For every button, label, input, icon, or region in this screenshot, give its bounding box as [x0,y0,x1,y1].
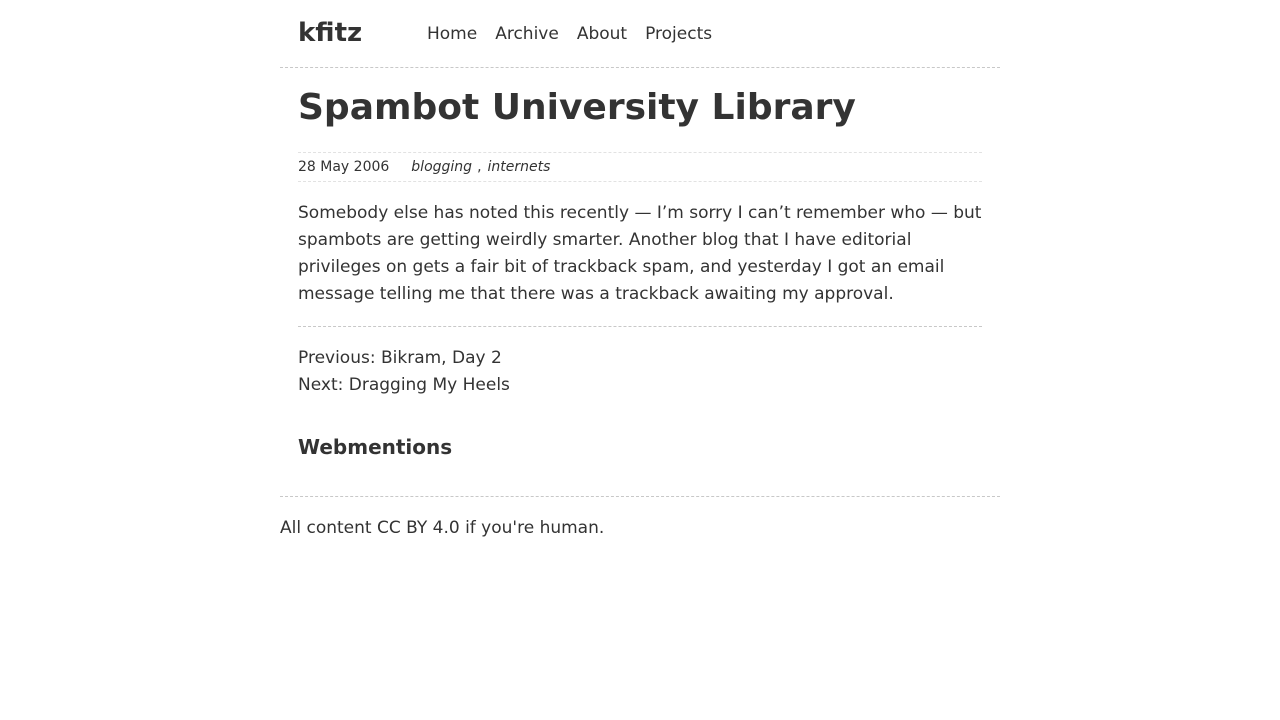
nav-projects-link[interactable]: Projects [645,22,712,46]
post-title: Spambot University Library [298,87,856,128]
page: kfitz Home Archive About Projects Spambo… [280,0,1000,542]
site-footer: All content CC BY 4.0 if you're human. [280,496,1000,542]
tag-separator: , [477,159,482,175]
post-navigation: Previous: Bikram, Day 2 Next: Dragging M… [298,327,982,399]
footer-license-text: All content CC BY 4.0 if you're human. [280,518,605,538]
site-header: kfitz Home Archive About Projects [280,0,1000,68]
previous-post: Previous: Bikram, Day 2 [298,345,982,372]
site-title-link[interactable]: kfitz [298,17,362,49]
next-post: Next: Dragging My Heels [298,372,982,399]
previous-post-link[interactable]: Bikram, Day 2 [381,348,502,368]
post-body: Somebody else has noted this recently — … [298,182,982,327]
webmentions-heading: Webmentions [298,435,453,459]
nav-about-link[interactable]: About [577,22,627,46]
nav-archive-link[interactable]: Archive [495,22,559,46]
previous-post-prefix: Previous: [298,348,381,368]
next-post-prefix: Next: [298,375,349,395]
nav-home-link[interactable]: Home [427,22,477,46]
main-nav: Home Archive About Projects [427,22,712,46]
post-meta: 28 May 2006 blogging , internets [298,152,982,182]
tag-link-blogging[interactable]: blogging [411,159,472,175]
next-post-link[interactable]: Dragging My Heels [349,375,510,395]
post-date: 28 May 2006 [298,159,390,175]
post-article: Spambot University Library 28 May 2006 b… [280,68,1000,496]
tag-link-internets[interactable]: internets [488,159,551,175]
post-tags: blogging , internets [411,159,550,175]
